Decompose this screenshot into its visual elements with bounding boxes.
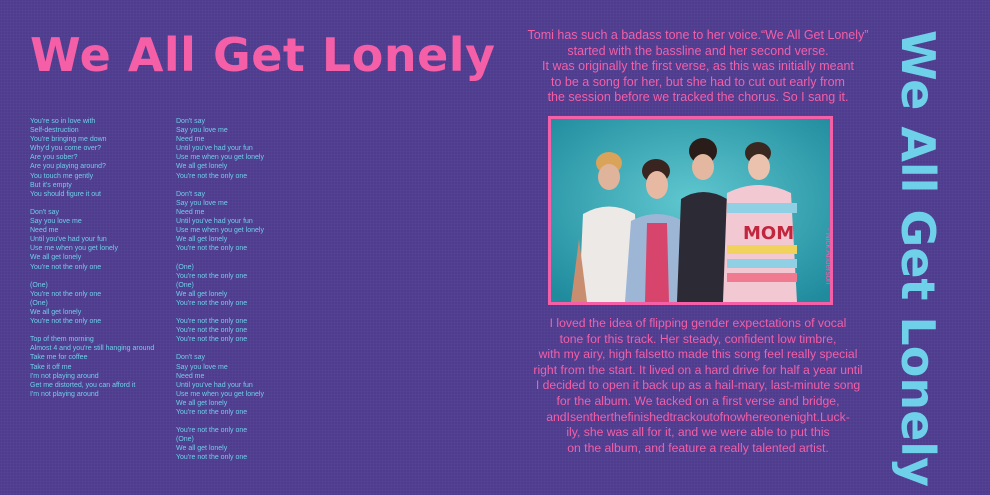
lyric-line: You're not the only one	[30, 263, 102, 271]
lyric-line: (One)	[176, 436, 194, 444]
photo-credit: - Nick Anderson	[824, 228, 833, 285]
lyric-line: Need me	[30, 227, 59, 235]
page-title-right: We All Get Lonely	[891, 30, 945, 488]
lyric-line: You're not the only one	[176, 336, 248, 344]
lyric-line: You're so in love with	[30, 118, 96, 125]
paragraph-line: to be a song for her, but she had to cut…	[551, 74, 845, 89]
lyric-line: Until you've had your fun	[176, 218, 253, 226]
lyric-gap	[176, 308, 316, 317]
lyric-line: Get me distorted, you can afford it	[30, 381, 136, 389]
paragraph-top: Tomi has such a badass tone to her voice…	[517, 28, 879, 106]
lyric-line: Need me	[176, 136, 205, 144]
lyric-line: You're not the only one	[176, 272, 248, 280]
lyric-line: Don't say	[176, 190, 205, 198]
lyric-gap	[176, 181, 316, 190]
lyric-line: Until you've had your fun	[176, 145, 253, 153]
lyric-line: (One)	[30, 299, 48, 307]
lyric-line: Take it off me	[30, 363, 72, 371]
lyric-line: We all get lonely	[30, 308, 82, 316]
paragraph-bottom: I loved the idea of flipping gender expe…	[523, 316, 873, 456]
lyric-line: You're not the only one	[176, 245, 248, 253]
lyric-line: Are you sober?	[30, 154, 78, 162]
lyric-line: We all get lonely	[176, 163, 228, 171]
lyric-line: Say you love me	[30, 218, 82, 226]
band-photo-frame: MOM	[548, 116, 833, 305]
lyric-line: Say you love me	[176, 199, 228, 207]
paragraph-line: the session before we tracked the chorus…	[547, 90, 849, 105]
lyric-line: Need me	[176, 208, 205, 216]
paragraph-line: started with the bassline and her second…	[567, 43, 829, 58]
lyric-line: Are you playing around?	[30, 163, 106, 171]
lyric-line: Until you've had your fun	[176, 381, 253, 389]
paragraph-line: Tomi has such a badass tone to her voice…	[527, 28, 869, 42]
lyric-line: Until you've had your fun	[30, 236, 107, 244]
paragraph-line: I decided to open it back up as a hail-m…	[535, 378, 861, 393]
lyric-line: You're not the only one	[30, 318, 102, 326]
lyric-gap	[176, 253, 316, 262]
lyric-line: (One)	[176, 281, 194, 289]
lyric-line: You're not the only one	[176, 172, 248, 180]
lyric-line: Don't say	[176, 118, 205, 125]
lyric-line: Use me when you get lonely	[176, 154, 264, 162]
lyric-line: I'm not playing around	[30, 390, 99, 398]
lyric-line: You're not the only one	[176, 318, 248, 326]
paragraph-line: right from the start. It lived on a hard…	[533, 362, 863, 377]
lyric-gap	[30, 326, 170, 335]
lyric-line: But it's empty	[30, 181, 72, 189]
paragraph-line: for the album. We tacked on a first vers…	[556, 393, 840, 408]
lyric-line: (One)	[30, 281, 48, 289]
lyric-line: You're not the only one	[176, 299, 248, 307]
lyric-line: We all get lonely	[176, 290, 228, 298]
lyric-line: Why'd you come over?	[30, 145, 101, 153]
lyric-line: We all get lonely	[176, 445, 228, 453]
lyric-line: (One)	[176, 263, 194, 271]
paragraph-line: ily, she was all for it, and we were abl…	[566, 425, 830, 440]
lyric-gap	[176, 417, 316, 426]
svg-text:MOM: MOM	[743, 223, 794, 244]
paragraph-line: tone for this track. Her steady, confide…	[559, 331, 837, 346]
lyric-line: You're not the only one	[176, 454, 248, 462]
lyric-line: You're not the only one	[176, 409, 248, 416]
lyric-line: Use me when you get lonely	[30, 245, 118, 253]
lyric-line: Self-destruction	[30, 127, 79, 135]
lyrics-column-1: You're so in love with Self-destruction Yo…	[30, 117, 170, 399]
lyric-line: Don't say	[30, 208, 59, 216]
lyric-gap	[30, 272, 170, 281]
lyric-line: We all get lonely	[30, 254, 82, 262]
lyric-line: You're not the only one	[176, 427, 248, 435]
lyric-gap	[30, 199, 170, 208]
lyric-line: We all get lonely	[176, 399, 228, 407]
lyric-line: Almost 4 and you're still hanging around	[30, 345, 155, 353]
lyric-line: Don't say	[176, 354, 205, 362]
paragraph-line: on the album, and feature a really talen…	[567, 440, 829, 455]
page-title-left: We All Get Lonely	[30, 28, 496, 82]
lyric-line: Take me for coffee	[30, 354, 88, 362]
paragraph-line: andIsentherthefinishedtrackoutofnowhereo…	[546, 409, 850, 424]
lyric-line: Say you love me	[176, 363, 228, 371]
lyrics-column-2: Don't say Say you love me Need me Until you…	[176, 117, 316, 463]
paragraph-line: It was originally the first verse, as th…	[542, 59, 854, 74]
lyric-line: You should figure it out	[30, 190, 101, 198]
lyric-line: I'm not playing around	[30, 372, 99, 380]
lyric-line: Use me when you get lonely	[176, 227, 264, 235]
lyric-line: We all get lonely	[176, 236, 228, 244]
lyric-line: You're bringing me down	[30, 136, 107, 144]
lyric-line: You touch me gently	[30, 172, 94, 180]
lyric-gap	[176, 344, 316, 353]
lyric-line: Use me when you get lonely	[176, 390, 264, 398]
lyric-line: You're not the only one	[30, 290, 102, 298]
lyric-line: Say you love me	[176, 127, 228, 135]
paragraph-line: with my airy, high falsetto made this so…	[538, 347, 858, 362]
lyric-line: Top of them morning	[30, 336, 94, 344]
lyric-line: You're not the only one	[176, 327, 248, 335]
paragraph-line: I loved the idea of flipping gender expe…	[549, 316, 847, 330]
band-photo: MOM	[551, 119, 830, 302]
lyric-line: Need me	[176, 372, 205, 380]
